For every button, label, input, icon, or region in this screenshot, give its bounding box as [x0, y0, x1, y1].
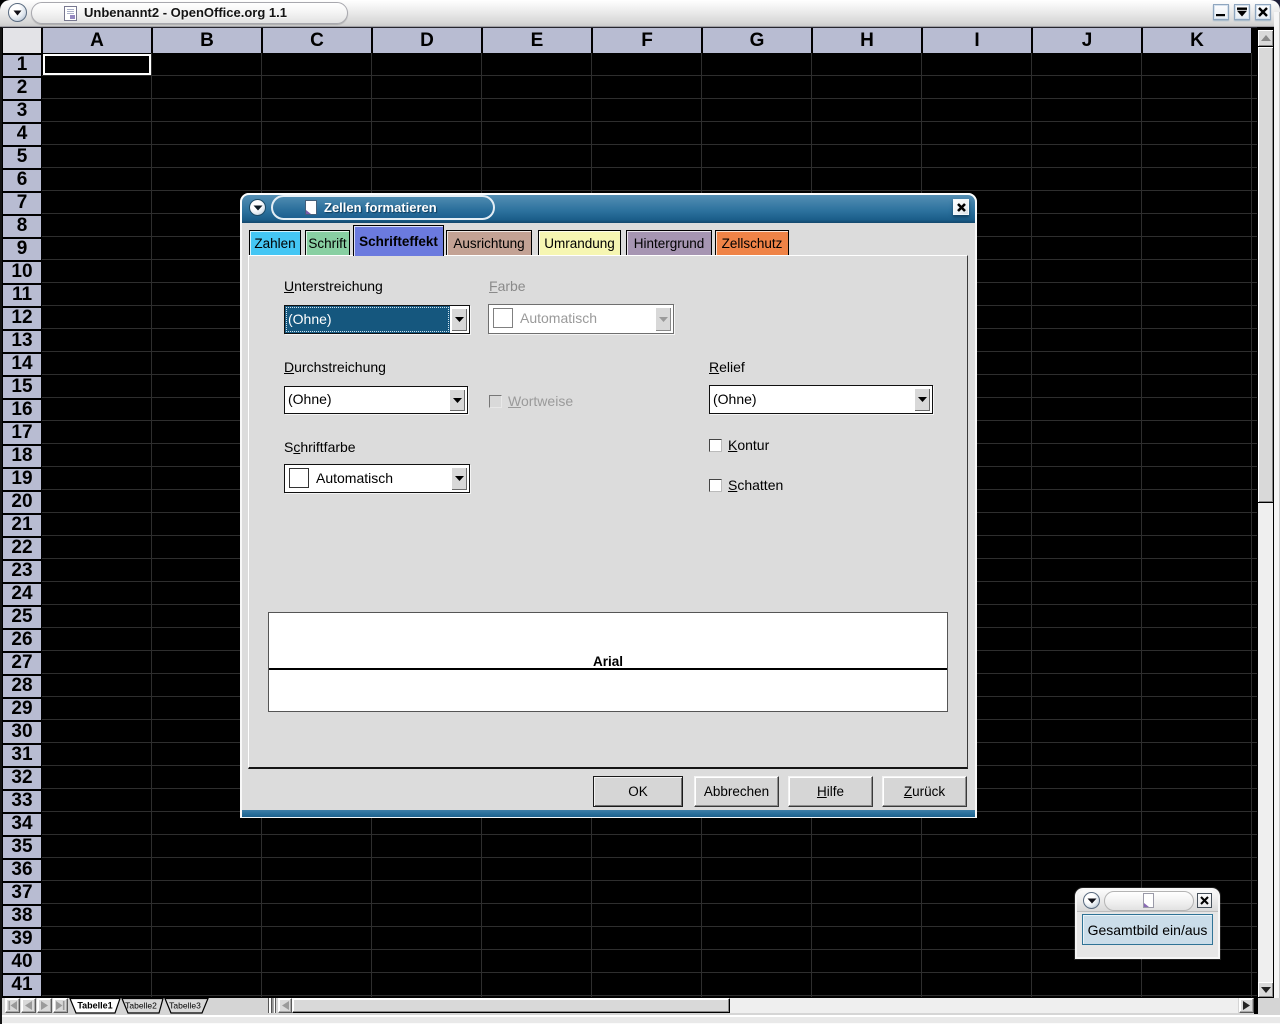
svg-text:Tabelle3: Tabelle3	[169, 1001, 201, 1011]
svg-text:Tabelle2: Tabelle2	[125, 1001, 157, 1011]
svg-text:Tabelle1: Tabelle1	[77, 1001, 112, 1011]
